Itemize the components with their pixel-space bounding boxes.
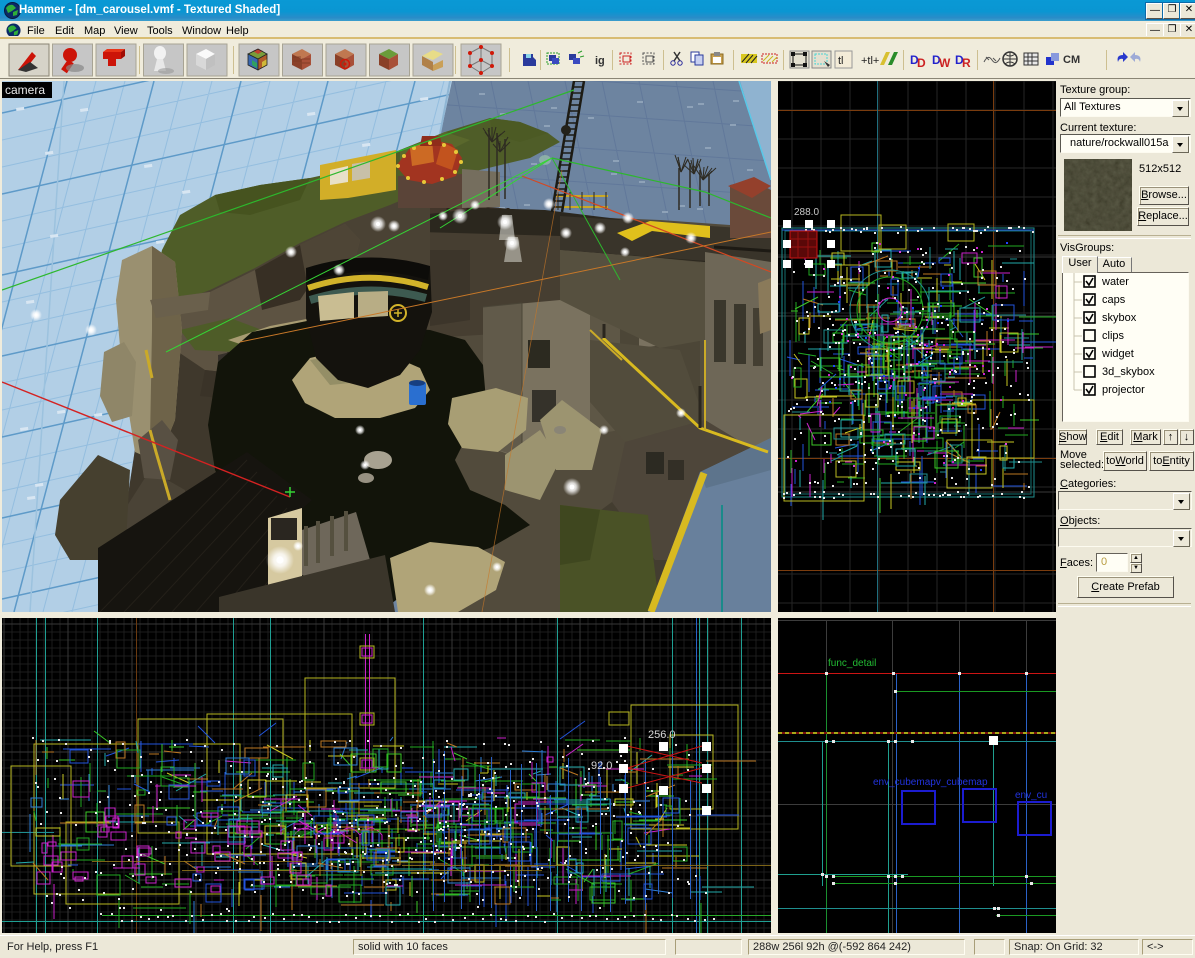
- svg-text:skybox: skybox: [1102, 312, 1137, 324]
- svg-text:tl: tl: [838, 55, 844, 67]
- svg-text:camera: camera: [5, 83, 45, 97]
- svg-text:caps: caps: [1102, 294, 1126, 306]
- svg-text:W: W: [939, 56, 951, 70]
- svg-text:water: water: [1101, 276, 1129, 288]
- svg-text:env_cu: env_cu: [1015, 790, 1047, 801]
- svg-text:3d_skybox: 3d_skybox: [1102, 366, 1155, 378]
- svg-text:func_detail: func_detail: [828, 658, 876, 669]
- svg-text:R: R: [962, 56, 971, 70]
- svg-text:projector: projector: [1102, 384, 1145, 396]
- svg-text:288.0: 288.0: [794, 207, 819, 218]
- svg-text:CM: CM: [1063, 54, 1080, 66]
- svg-text:92.0: 92.0: [591, 760, 612, 772]
- svg-text:clips: clips: [1102, 330, 1125, 342]
- svg-text:widget: widget: [1101, 348, 1134, 360]
- svg-text:ig: ig: [595, 55, 605, 67]
- svg-text:+tl+: +tl+: [861, 55, 879, 67]
- svg-text:D: D: [917, 56, 926, 70]
- svg-text:env_cubemapv_cubemap: env_cubemapv_cubemap: [873, 777, 988, 788]
- svg-text:256.0: 256.0: [648, 729, 676, 741]
